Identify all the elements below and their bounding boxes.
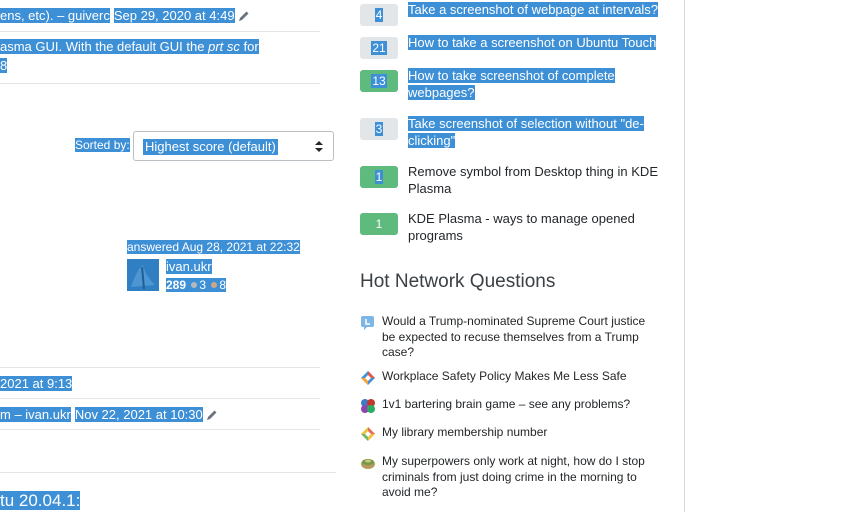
linked-question-title-link[interactable]: KDE Plasma - ways to manage opened progr… xyxy=(408,210,663,244)
answer-comment-2-date[interactable]: Nov 22, 2021 at 10:30 xyxy=(74,407,203,422)
linked-question-score[interactable]: 3 xyxy=(360,118,398,140)
comment-2-line2: 8 xyxy=(0,56,8,75)
comment-1: ens, etc). – guiverc Sep 29, 2020 at 4:49 xyxy=(0,6,250,25)
comment-2-score: 8 xyxy=(0,58,8,73)
hot-network-question-link[interactable]: My superpowers only work at night, how d… xyxy=(382,454,652,501)
linked-question-title: Take a screenshot of webpage at interval… xyxy=(408,2,659,17)
sort-select-value: Highest score (default) xyxy=(143,139,278,155)
worldbuilding-site-icon xyxy=(360,455,376,471)
silver-count: 3 xyxy=(199,278,207,292)
puzzling-site-icon xyxy=(360,398,376,414)
law-site-icon xyxy=(360,315,376,331)
comment-2-text-a: asma GUI. With the default GUI the xyxy=(0,39,209,54)
reputation: 289 3 8 xyxy=(166,277,227,293)
avatar[interactable] xyxy=(127,259,159,291)
linked-question-title-link[interactable]: Remove symbol from Desktop thing in KDE … xyxy=(408,163,663,197)
hot-network-question-link[interactable]: 1v1 bartering brain game – see any probl… xyxy=(382,397,652,413)
hot-network-question-link[interactable]: Workplace Safety Policy Makes Me Less Sa… xyxy=(382,369,652,385)
comment-divider-2 xyxy=(0,83,320,84)
answer-comment-2-text: m – xyxy=(0,407,26,422)
linked-question-title: How to take a screenshot on Ubuntu Touch xyxy=(408,35,657,50)
linked-question-title: How to take screenshot of complete webpa… xyxy=(408,68,615,100)
hot-network-question-link[interactable]: Would a Trump-nominated Supreme Court ju… xyxy=(382,314,652,361)
linked-question-score[interactable]: 1 xyxy=(360,213,398,235)
linked-question-title-link[interactable]: How to take a screenshot on Ubuntu Touch xyxy=(408,34,663,51)
sorted-by-label: Sorted by: xyxy=(75,138,130,152)
comment-divider-1 xyxy=(0,31,320,32)
linked-question-title: Remove symbol from Desktop thing in KDE … xyxy=(408,164,658,196)
linked-question-score[interactable]: 21 xyxy=(360,37,398,59)
comment-2: asma GUI. With the default GUI the prt s… xyxy=(0,37,259,56)
bronze-count: 8 xyxy=(219,278,227,292)
answer-comments-divider-top xyxy=(0,367,320,368)
silver-badge-icon xyxy=(191,282,198,288)
linked-question-title: Take screenshot of selection without "de… xyxy=(408,116,644,148)
answer-divider xyxy=(0,472,336,473)
answer-comment-1-date[interactable]: 2021 at 9:13 xyxy=(0,376,73,391)
content-right-border xyxy=(684,0,685,512)
comment-1-text: ens, etc). – xyxy=(0,8,68,23)
bronze-badge-icon xyxy=(211,282,218,288)
comment-1-date[interactable]: Sep 29, 2020 at 4:49 xyxy=(113,8,235,23)
linked-question-title-link[interactable]: Take screenshot of selection without "de… xyxy=(408,115,663,149)
answer-comment-2: m – ivan.ukr Nov 22, 2021 at 10:30 xyxy=(0,405,218,424)
hot-network-questions-title: Hot Network Questions xyxy=(360,271,556,292)
comment-1-user-link[interactable]: guiverc xyxy=(67,8,110,23)
linked-question-score[interactable]: 1 xyxy=(360,166,398,188)
english-site-icon xyxy=(360,426,376,442)
linked-question-title-link[interactable]: Take a screenshot of webpage at interval… xyxy=(408,1,663,18)
linked-question-score[interactable]: 13 xyxy=(360,70,398,92)
linked-question-score[interactable]: 4 xyxy=(360,4,398,26)
linked-question-score-value: 3 xyxy=(374,122,384,136)
workplace-site-icon xyxy=(360,370,376,386)
answer-comment-1: 2021 at 9:13 xyxy=(0,374,73,393)
answer-comments-divider-2 xyxy=(0,429,320,430)
answer-heading-fragment: tu 20.04.1: xyxy=(0,491,81,510)
linked-question-title: KDE Plasma - ways to manage opened progr… xyxy=(408,211,635,243)
hot-network-question-link[interactable]: My library membership number xyxy=(382,425,652,441)
answer-comments-divider-1 xyxy=(0,398,320,399)
edited-pencil-icon[interactable] xyxy=(206,409,218,421)
sort-select[interactable]: Highest score (default) xyxy=(133,131,334,161)
answer-user-link[interactable]: ivan.ukr xyxy=(166,259,212,275)
edited-pencil-icon[interactable] xyxy=(238,10,250,22)
comment-2-text-b: for xyxy=(239,39,259,54)
answered-timestamp[interactable]: answered Aug 28, 2021 at 22:32 xyxy=(127,239,300,255)
select-caret-icon xyxy=(315,141,323,152)
linked-question-score-value: 1 xyxy=(374,170,384,184)
linked-question-score-value: 13 xyxy=(371,74,387,88)
avatar-image-icon xyxy=(127,259,159,291)
linked-question-score-value: 4 xyxy=(374,8,384,22)
comment-2-em: prt sc xyxy=(208,39,240,54)
linked-question-title-link[interactable]: How to take screenshot of complete webpa… xyxy=(408,67,663,101)
reputation-score: 289 xyxy=(166,278,187,292)
answer-comment-2-user-link[interactable]: ivan.ukr xyxy=(25,407,71,422)
linked-question-score-value: 21 xyxy=(371,41,387,55)
linked-question-score-value: 1 xyxy=(375,217,383,231)
